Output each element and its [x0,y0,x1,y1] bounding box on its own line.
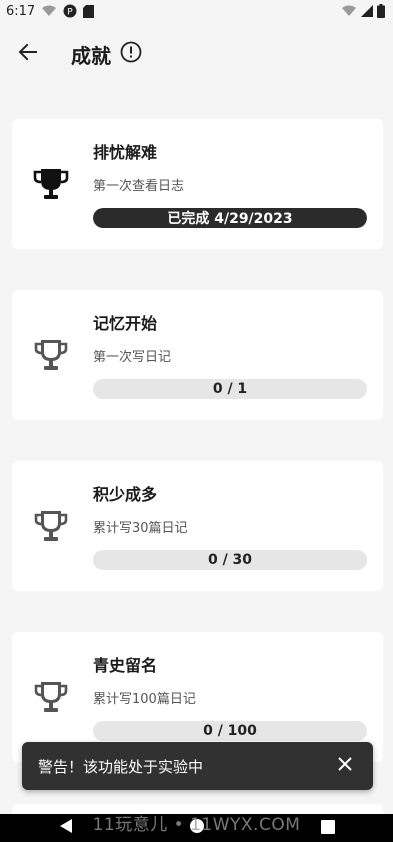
status-bar: 6:17 P [0,0,393,22]
achievement-name: 排忧解难 [93,143,158,162]
achievement-description: 累计写100篇日记 [93,692,196,707]
progress-label: 0 / 30 [207,552,253,568]
snackbar-close-button[interactable] [333,754,357,778]
achievement-description: 累计写30篇日记 [93,521,188,536]
progress-label: 0 / 100 [203,723,257,739]
trophy-outline-icon [32,336,70,374]
watermark-text: 11玩意儿 • 11WYX.COM [92,815,301,835]
achievement-name: 积少成多 [93,485,158,504]
signal-icon [361,5,373,17]
status-bar-right [341,4,385,18]
page-title: 成就 [71,43,111,68]
app-bar: 成就 [0,30,393,78]
achievement-name: 记忆开始 [93,314,158,333]
battery-icon [377,4,385,18]
info-circle-icon [120,41,142,67]
achievement-description: 第一次查看日志 [93,179,185,194]
trophy-icon [32,165,70,203]
achievement-card: 排忧解难 第一次查看日志 已完成 4/29/2023 [12,119,383,249]
achievement-description: 第一次写日记 [93,350,172,365]
vpn-icon: P [63,4,77,18]
achievement-name: 青史留名 [93,656,158,675]
status-time: 6:17 [6,3,36,19]
close-icon [337,756,353,776]
achievement-card: 记忆开始 第一次写日记 0 / 1 [12,290,383,420]
wifi-calling-icon [41,5,57,17]
back-button[interactable] [4,30,52,78]
achievement-card: 积少成多 累计写30篇日记 0 / 30 [12,461,383,591]
status-bar-left: 6:17 P [6,3,95,19]
achievement-progress-bar: 0 / 100 [93,721,367,741]
sd-card-icon [83,4,95,18]
arrow-left-icon [18,42,38,66]
wifi-icon [341,5,357,17]
progress-label: 已完成 4/29/2023 [167,211,293,227]
achievement-progress-bar: 已完成 4/29/2023 [93,208,367,228]
trophy-outline-icon [32,678,70,716]
achievement-progress-bar: 0 / 30 [93,550,367,570]
snackbar-message: 警告！该功能处于实验中 [38,757,204,776]
warning-snackbar: 警告！该功能处于实验中 [22,742,373,790]
info-button[interactable] [119,41,143,67]
progress-label: 0 / 1 [212,381,248,397]
svg-text:P: P [67,8,73,18]
achievement-progress-bar: 0 / 1 [93,379,367,399]
trophy-outline-icon [32,507,70,545]
